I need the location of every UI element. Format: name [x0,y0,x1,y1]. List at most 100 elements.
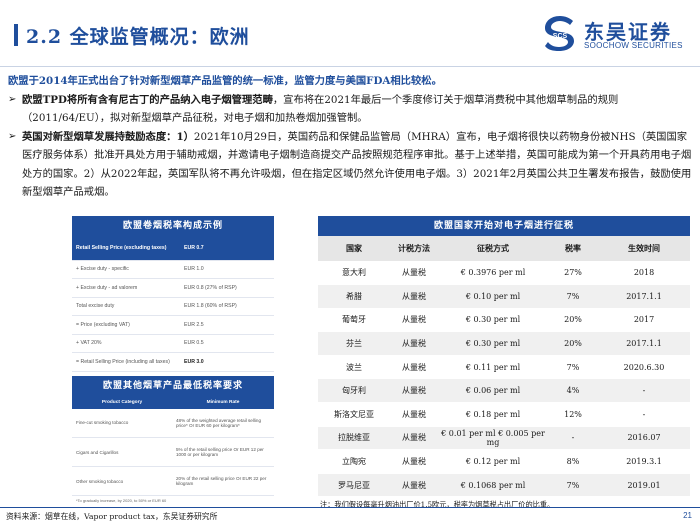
ex-row-tax: € 0.10 per ml [438,284,548,309]
min-row-rate: 20% of the retail selling price Or EUR 2… [172,466,274,496]
tax-row: + Excise duty - ad valorem EUR 0.8 (27% o… [72,278,274,298]
ex-row-date: 2017.1.1 [598,284,690,309]
min-rate-row: Fine-cut smoking tobacco 48% of the weigh… [72,408,274,438]
tax-row-label: + Excise duty - ad valorem [72,278,180,298]
min-panel-title: 欧盟其他烟草产品最低税率要求 [72,375,274,396]
tax-row-label: Total excise duty [72,297,180,316]
page-number: 21 [683,511,692,520]
body-text: 欧盟于2014年正式出台了针对新型烟草产品监管的统一标准，监管力度与美国FDA相… [8,72,694,202]
tax-row: Retail Selling Price (excluding taxes) EU… [72,236,274,261]
ex-row-rate: 4% [548,378,598,404]
ex-table-note: 注：我们假设每毫升烟油出厂价1.5欧元，税率为烟草税占出厂价的比重。 [320,500,555,510]
ex-row-method: 从量税 [390,378,438,404]
ex-row-country: 希腊 [318,284,390,309]
min-row-rate: 5% of the retail selling price Or EUR 12… [172,437,274,467]
ex-row-method: 从量税 [390,355,438,380]
ex-row-country: 拉脱维亚 [318,426,390,451]
bullet-paragraph-tpd: ➢ 欧盟TPD将所有含有尼古丁的产品纳入电子烟管理范畴，宣布将在2021年最后一个… [8,91,694,128]
tax-row-label: + VAT 20% [72,334,180,353]
ex-header-tax: 征税方式 [438,236,548,262]
ex-header-country: 国家 [318,236,390,262]
ex-header-rate: 税率 [548,236,598,262]
bullet2-bold: 英国对新型烟草发展持鼓励态度：1） [22,130,194,143]
tax-row-label: + Excise duty - specific [72,260,180,279]
tax-row-value: EUR 1.8 (60% of RSP) [180,297,274,316]
bullet-arrow-icon: ➢ [8,93,17,105]
ex-row-tax: € 0.18 per ml [438,402,548,427]
ex-row-rate: 7% [548,355,598,380]
ex-table-row: 斯洛文尼亚 从量税 € 0.18 per ml 12% - [318,402,690,427]
tax-row-label: = Price (excluding VAT) [72,315,180,335]
min-row-rate: 48% of the weighted average retail selli… [172,408,274,438]
ex-table-row: 芬兰 从量税 € 0.30 per ml 20% 2017.1.1 [318,331,690,356]
ex-row-date: - [598,378,690,404]
ex-row-tax: € 0.06 per ml [438,378,548,404]
ex-row-tax: € 0.30 per ml [438,308,548,333]
company-logo: SCS 东吴证券 SOOCHOW SECURITIES [542,14,692,54]
ex-row-tax: € 0.12 per ml [438,449,548,474]
tax-row: + VAT 20% EUR 0.5 [72,334,274,353]
tax-row: = Retail Selling Price (including all ta… [72,352,274,372]
min-table-footnote: *To gradually increase, by 2020, to 50% … [76,498,167,503]
tax-row-value: EUR 3.0 [180,352,274,372]
logo-mark-icon: SCS [545,16,574,51]
tax-row-label: Retail Selling Price (excluding taxes) [72,236,180,261]
ex-row-rate: - [548,426,598,451]
ex-row-date: 2018 [598,261,690,286]
logo-english-name: SOOCHOW SECURITIES [584,41,683,50]
ex-row-method: 从量税 [390,331,438,356]
ex-table-row: 匈牙利 从量税 € 0.06 per ml 4% - [318,378,690,404]
tax-row-value: EUR 0.8 (27% of RSP) [180,278,274,298]
ex-row-country: 葡萄牙 [318,308,390,333]
tax-row-label: = Retail Selling Price (including all ta… [72,352,180,372]
tax-row: = Price (excluding VAT) EUR 2.5 [72,315,274,335]
ex-row-date: 2016.07 [598,426,690,451]
footer-divider [0,507,700,508]
ex-row-country: 立陶宛 [318,449,390,474]
page-header: 2.2 全球监管概况：欧洲 SCS 东吴证券 SOOCHOW SECURITIE… [0,0,700,68]
ex-row-method: 从量税 [390,402,438,427]
ex-row-method: 从量税 [390,426,438,451]
source-note: 资料来源：烟草在线，Vapor product tax，东吴证券研究所 [6,512,218,521]
ex-row-rate: 12% [548,402,598,427]
logo-mark-text: SCS [553,33,568,40]
tax-row-value: EUR 0.5 [180,334,274,353]
tax-panel-title: 欧盟卷烟税率构成示例 [72,216,274,236]
ex-row-country: 芬兰 [318,331,390,356]
ex-table-row: 葡萄牙 从量税 € 0.30 per ml 20% 2017 [318,308,690,333]
title-accent-bar [14,24,18,46]
min-rate-row: Cigars and Cigarillos 5% of the retail se… [72,437,274,467]
page-title: 2.2 全球监管概况：欧洲 [26,26,250,48]
left-tables: 欧盟卷烟税率构成示例 Retail Selling Price (excludi… [72,216,274,505]
ex-row-tax: € 0.3976 per ml [438,261,548,286]
ex-row-rate: 7% [548,473,598,498]
tax-row-value: EUR 2.5 [180,315,274,335]
ex-panel-title: 欧盟国家开始对电子烟进行征税 [318,216,690,236]
min-row-category: Other smoking tobacco [72,466,172,496]
ex-table-row: 意大利 从量税 € 0.3976 per ml 27% 2018 [318,261,690,286]
tax-row-value: EUR 1.0 [180,260,274,279]
ex-row-date: 2020.6.30 [598,355,690,380]
ex-row-date: 2019.3.1 [598,449,690,474]
ex-row-rate: 20% [548,331,598,356]
ex-header-method: 计税方法 [390,236,438,262]
ex-row-rate: 7% [548,284,598,309]
ex-row-date: - [598,402,690,427]
ex-row-method: 从量税 [390,308,438,333]
ex-row-rate: 20% [548,308,598,333]
ex-row-date: 2017.1.1 [598,331,690,356]
ex-table-row: 罗马尼亚 从量税 € 0.1068 per ml 7% 2019.01 [318,473,690,498]
ex-row-date: 2017 [598,308,690,333]
ex-row-country: 斯洛文尼亚 [318,402,390,427]
ex-header-date: 生效时间 [598,236,690,262]
ex-table-row: 波兰 从量税 € 0.11 per ml 7% 2020.6.30 [318,355,690,380]
ex-table-row: 立陶宛 从量税 € 0.12 per ml 8% 2019.3.1 [318,449,690,474]
ex-table-row: 拉脱维亚 从量税 € 0.01 per ml € 0.005 per mg -2016… [318,426,690,451]
ex-row-date: 2019.01 [598,473,690,498]
min-header-category: Product Category [72,395,172,409]
minimum-rate-table: Product Category Minimum Rate Fine-cut s… [72,395,274,496]
ex-row-tax: € 0.11 per ml [438,355,548,380]
tax-composition-table: Retail Selling Price (excluding taxes) EU… [72,236,274,372]
ex-row-rate: 27% [548,261,598,286]
ex-row-rate: 8% [548,449,598,474]
